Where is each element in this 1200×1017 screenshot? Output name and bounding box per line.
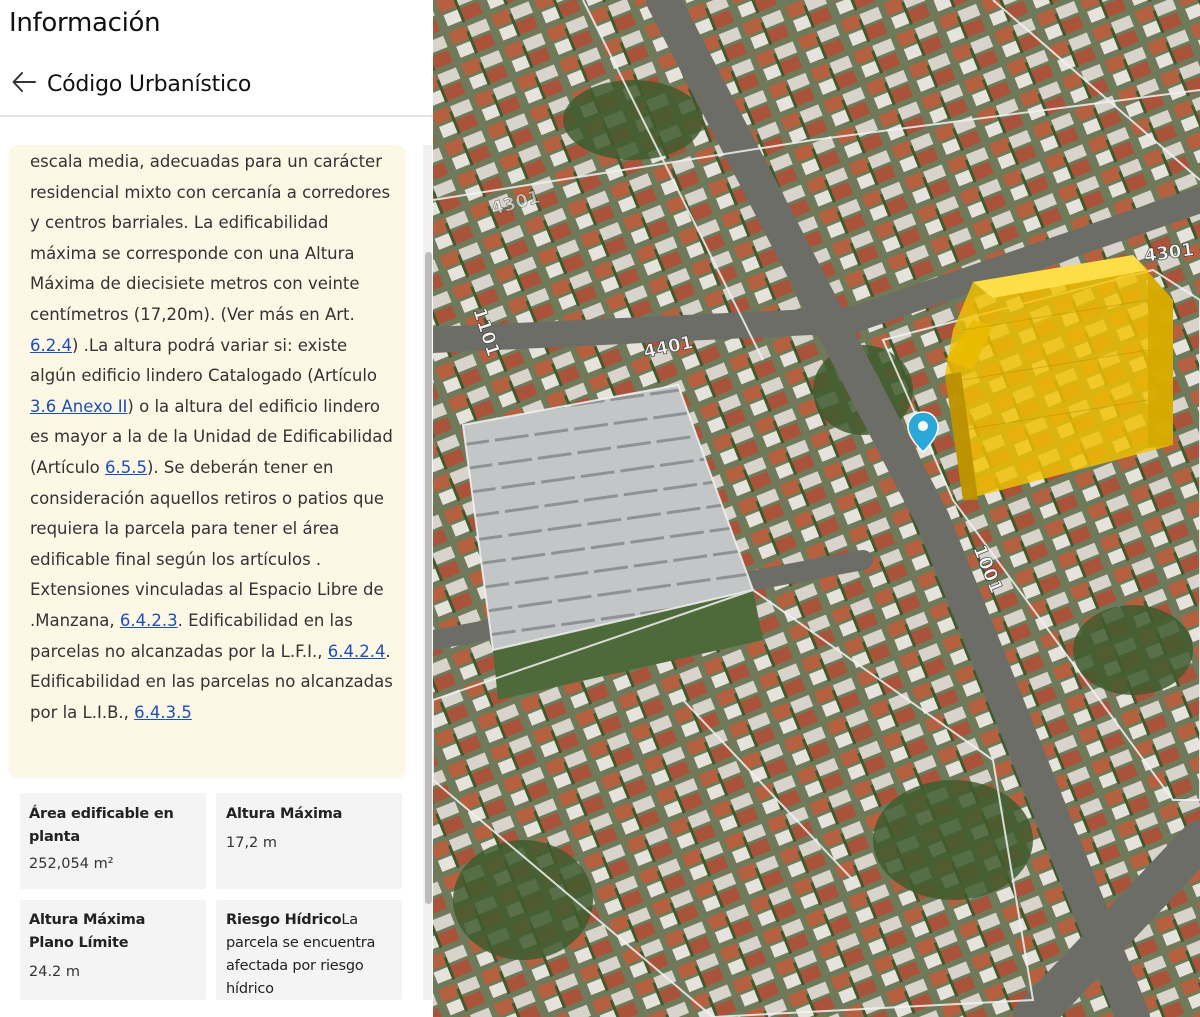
desc-text-2: ) .La altura podrá variar si: existe alg… [30,335,377,386]
scrollbar-thumb[interactable] [425,252,432,904]
link-art-3-6-anexo-ii[interactable]: 3.6 Anexo II [30,397,127,416]
link-art-6-2-4[interactable]: 6.2.4 [30,336,72,355]
map-canvas: 4301 1101 4401 1001 4301 [433,0,1200,1017]
section-title: Código Urbanístico [47,72,252,97]
link-art-6-4-2-3[interactable]: 6.4.2.3 [120,611,178,630]
info-panel: Información Código Urbanístico escala me… [0,0,433,1017]
panel-title: Información [9,8,161,38]
stat-label: Riesgo HídricoLa parcela se encuentra af… [226,909,396,1000]
header-divider [0,115,433,117]
stat-value: 24.2 m [29,964,81,980]
back-button[interactable] [10,68,38,96]
link-art-6-5-5[interactable]: 6.5.5 [105,458,147,477]
description-card: escala media, adecuadas para un carácter… [9,145,405,777]
arrow-left-icon [12,72,36,92]
link-art-6-4-2-4[interactable]: 6.4.2.4 [328,642,386,661]
stat-value: 17,2 m [226,835,278,851]
stat-riesgo-hidrico: Riesgo HídricoLa parcela se encuentra af… [216,900,402,1000]
desc-text-1: escala media, adecuadas para un carácter… [30,152,391,324]
satellite-map[interactable]: 4301 1101 4401 1001 4301 [433,0,1200,1017]
link-art-6-4-3-5[interactable]: 6.4.3.5 [134,703,192,722]
stat-altura-plano-limite: Altura Máxima Plano Límite 24.2 m [20,900,206,1000]
description-text: escala media, adecuadas para un carácter… [30,147,394,728]
stat-area-edificable: Área edificable en planta 252,054 m² [20,793,206,889]
stat-label: Área edificable en planta [29,806,174,845]
stat-label: Altura Máxima [226,806,343,822]
desc-text-4: ). Se deberán tener en consideración aqu… [30,457,385,630]
riesgo-label: Riesgo Hídrico [226,912,342,928]
stat-altura-maxima: Altura Máxima 17,2 m [216,793,402,889]
stat-label: Altura Máxima Plano Límite [29,912,146,951]
stat-value: 252,054 m² [29,856,114,872]
